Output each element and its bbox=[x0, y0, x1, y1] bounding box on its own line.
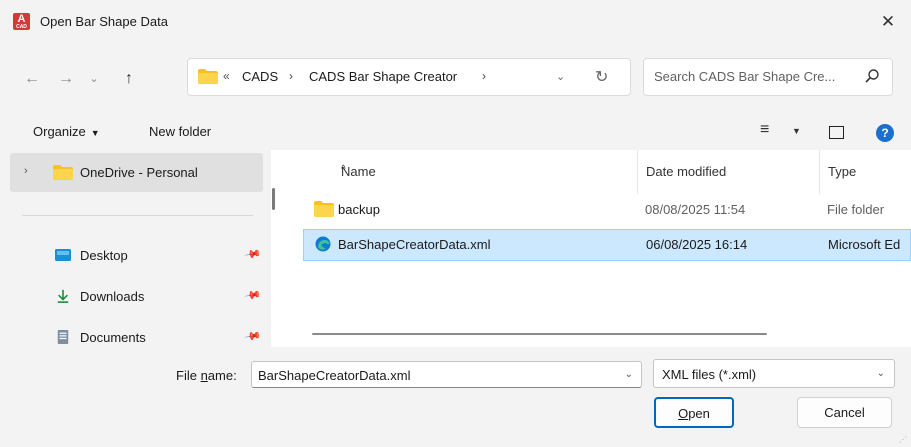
file-date: 06/08/2025 16:14 bbox=[646, 237, 748, 252]
nav-item-downloads[interactable]: Downloads 📌 bbox=[0, 281, 271, 313]
file-date: 08/08/2025 11:54 bbox=[645, 202, 746, 217]
nav-item-documents[interactable]: Documents 📌 bbox=[0, 322, 271, 347]
nav-item-desktop[interactable]: Desktop 📌 bbox=[0, 240, 271, 272]
forward-button[interactable]: → bbox=[53, 66, 79, 92]
search-input[interactable]: Search CADS Bar Shape Cre... bbox=[643, 58, 893, 96]
file-name: BarShapeCreatorData.xml bbox=[338, 237, 491, 252]
breadcrumb-separator-icon[interactable]: › bbox=[289, 69, 293, 83]
chevron-down-icon[interactable]: ⌄ bbox=[556, 70, 565, 83]
caret-down-icon: ▼ bbox=[90, 128, 100, 138]
recent-locations-button[interactable]: ⌄ bbox=[81, 66, 107, 92]
breadcrumb-cads[interactable]: CADS bbox=[242, 69, 278, 84]
filter-value: XML files (*.xml) bbox=[662, 367, 757, 382]
folder-icon bbox=[314, 201, 334, 217]
nav-item-onedrive[interactable]: › OneDrive - Personal bbox=[10, 153, 263, 192]
command-bar: Organize ▼ New folder ≡ ▼ ? bbox=[0, 114, 911, 150]
breadcrumb-cads-bar-shape-creator[interactable]: CADS Bar Shape Creator bbox=[309, 69, 457, 84]
autocad-app-icon: A CAD bbox=[13, 13, 30, 30]
nav-item-label: Desktop bbox=[80, 248, 128, 263]
file-row-backup[interactable]: backup 08/08/2025 11:54 File folder bbox=[290, 194, 911, 226]
resize-grip-icon[interactable]: ⋰ bbox=[899, 435, 909, 445]
file-type: Microsoft Ed bbox=[828, 237, 901, 252]
organize-button[interactable]: Organize ▼ bbox=[33, 124, 100, 139]
new-folder-button[interactable]: New folder bbox=[149, 124, 211, 139]
file-name: backup bbox=[338, 202, 380, 217]
horizontal-scrollbar[interactable] bbox=[312, 333, 767, 335]
folder-icon bbox=[53, 165, 73, 180]
view-options-icon[interactable]: ≡ bbox=[760, 121, 769, 139]
breadcrumb-separator-icon[interactable]: › bbox=[482, 69, 486, 83]
nav-item-label: Downloads bbox=[80, 289, 145, 304]
dialog-footer: File name: BarShapeCreatorData.xml ⌄ XML… bbox=[0, 347, 911, 447]
file-name-input[interactable]: BarShapeCreatorData.xml ⌄ bbox=[251, 361, 642, 388]
search-icon[interactable] bbox=[864, 68, 880, 84]
cancel-button[interactable]: Cancel bbox=[797, 397, 892, 428]
back-button[interactable]: ← bbox=[19, 66, 45, 92]
documents-icon bbox=[57, 330, 69, 344]
pin-icon[interactable]: 📌 bbox=[244, 286, 263, 305]
chevron-down-icon[interactable]: ⌄ bbox=[877, 368, 885, 379]
chevron-right-icon[interactable]: › bbox=[24, 165, 28, 177]
window-title: Open Bar Shape Data bbox=[40, 14, 168, 29]
open-button[interactable]: Open bbox=[654, 397, 734, 428]
preview-pane-icon[interactable] bbox=[829, 126, 844, 139]
download-icon bbox=[57, 289, 69, 303]
address-bar[interactable]: « CADS › CADS Bar Shape Creator › ⌄ ↻ bbox=[187, 58, 631, 96]
column-header-date[interactable]: Date modified bbox=[637, 150, 818, 194]
search-placeholder: Search CADS Bar Shape Cre... bbox=[654, 69, 836, 84]
pin-icon[interactable]: 📌 bbox=[244, 245, 263, 264]
pin-icon[interactable]: 📌 bbox=[244, 327, 263, 346]
file-type: File folder bbox=[827, 202, 885, 217]
nav-item-label: Documents bbox=[80, 330, 146, 345]
column-header-name[interactable]: Name ^ bbox=[290, 150, 636, 194]
close-button[interactable]: ✕ bbox=[865, 0, 911, 44]
file-type-filter-select[interactable]: XML files (*.xml) ⌄ bbox=[653, 359, 895, 388]
chevron-down-icon[interactable]: ⌄ bbox=[625, 369, 633, 380]
overflow-chevron-icon[interactable]: « bbox=[223, 69, 230, 83]
caret-down-icon[interactable]: ▼ bbox=[792, 126, 801, 136]
sort-caret-icon: ^ bbox=[341, 164, 346, 175]
nav-scrollbar[interactable] bbox=[272, 188, 275, 210]
title-bar: A CAD Open Bar Shape Data ✕ bbox=[0, 0, 911, 44]
file-name-label: File name: bbox=[176, 368, 237, 383]
column-header-type[interactable]: Type bbox=[819, 150, 911, 194]
help-icon[interactable]: ? bbox=[876, 124, 894, 142]
divider bbox=[22, 215, 253, 216]
navigation-bar: ← → ⌄ ↑ « CADS › CADS Bar Shape Creator … bbox=[0, 44, 911, 114]
desktop-icon bbox=[55, 249, 71, 261]
browser-content: › OneDrive - Personal Desktop 📌 Download… bbox=[0, 150, 911, 347]
folder-icon bbox=[198, 69, 218, 84]
navigation-pane: › OneDrive - Personal Desktop 📌 Download… bbox=[0, 150, 271, 347]
file-row-barshapecreatordata[interactable]: BarShapeCreatorData.xml 06/08/2025 16:14… bbox=[303, 229, 911, 261]
refresh-icon[interactable]: ↻ bbox=[595, 67, 608, 87]
edge-icon bbox=[315, 236, 331, 252]
nav-item-label: OneDrive - Personal bbox=[80, 165, 198, 180]
up-button[interactable]: ↑ bbox=[116, 66, 142, 92]
file-list: Name ^ Date modified Type backup 08/08/2… bbox=[290, 150, 911, 347]
file-name-value: BarShapeCreatorData.xml bbox=[258, 368, 411, 383]
